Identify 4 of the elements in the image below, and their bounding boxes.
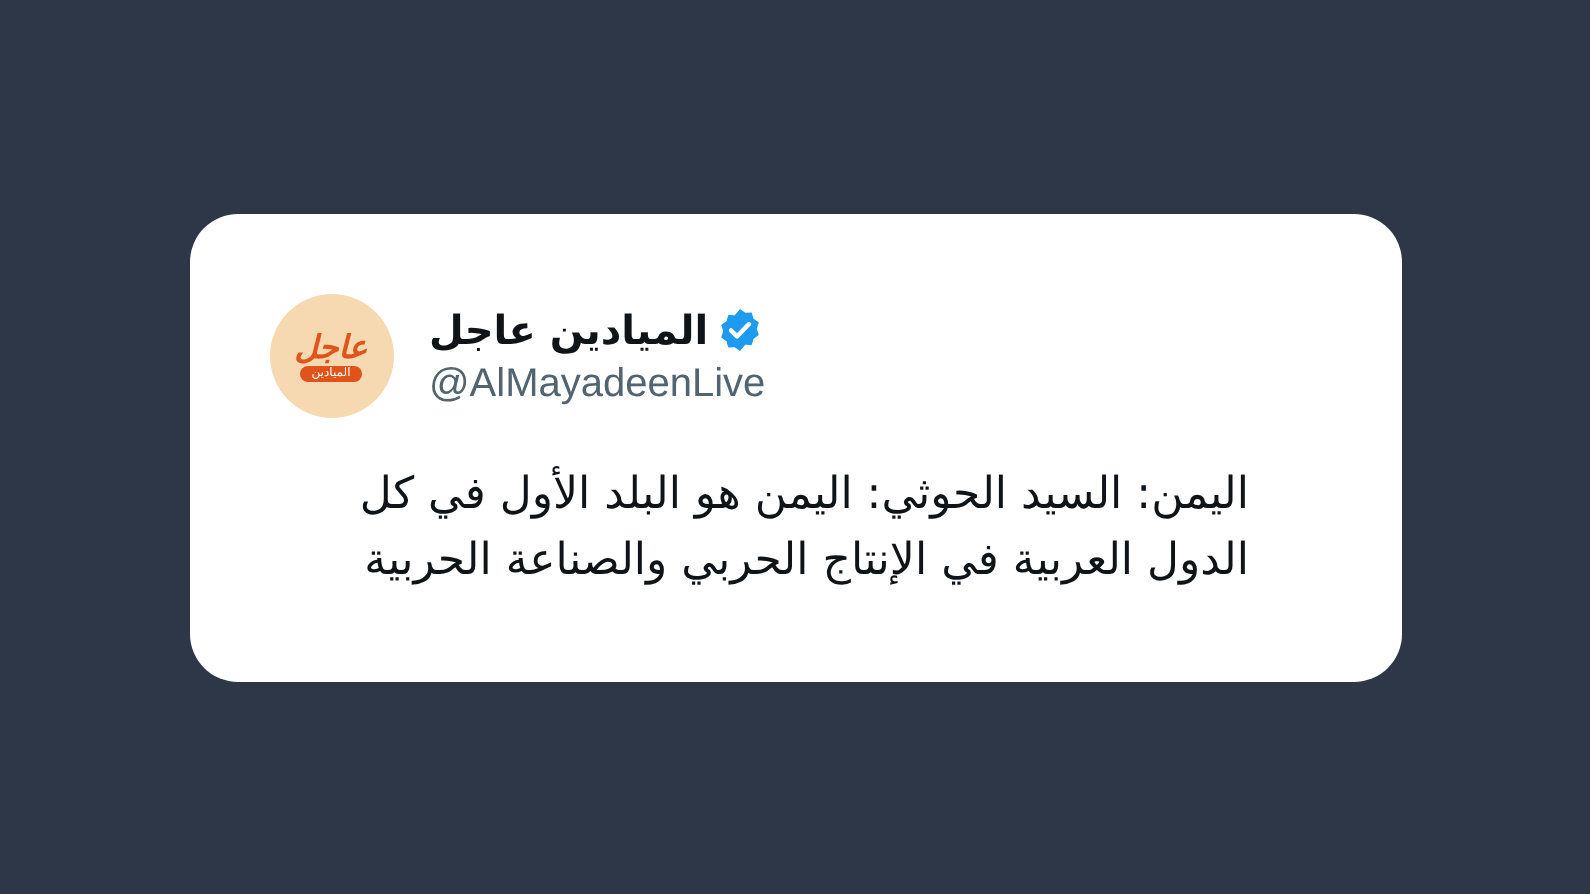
logo-text: عاجل (294, 329, 368, 365)
tweet-text: اليمن: السيد الحوثي: اليمن هو البلد الأول في كل الدول العربية في الإنتاج الحربي والصناعة الحربية (357, 464, 1249, 589)
author-handle[interactable]: @AlMayadeenLive (429, 357, 766, 409)
author-name: الميادين عاجل (429, 303, 709, 357)
